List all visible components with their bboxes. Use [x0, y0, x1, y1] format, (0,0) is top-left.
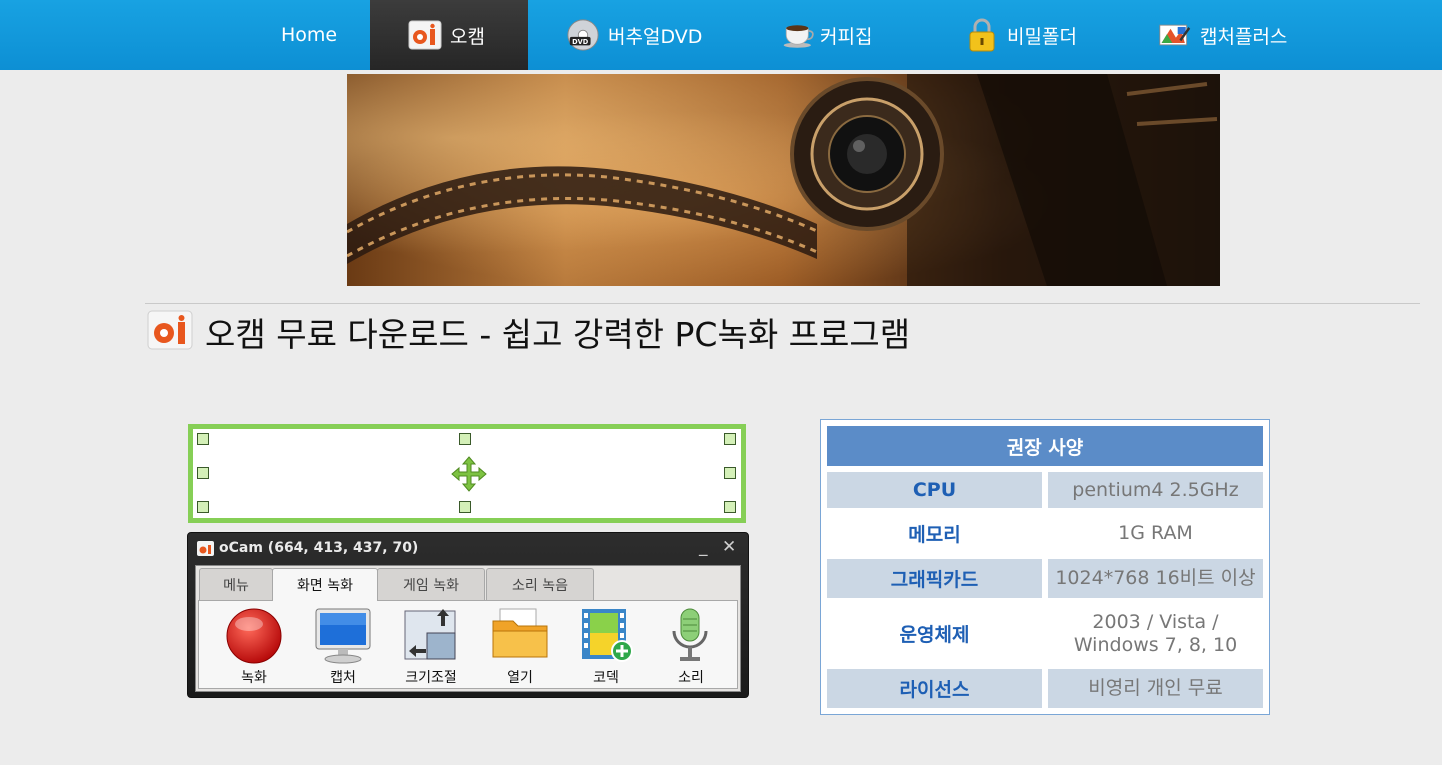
spec-key-memory: 메모리 [827, 514, 1042, 553]
tool-label: 크기조절 [405, 670, 457, 686]
record-button[interactable]: 녹화 [214, 607, 294, 687]
spec-value-cpu: pentium4 2.5GHz [1048, 472, 1263, 508]
nav-item-home[interactable]: Home [281, 0, 337, 70]
ocam-window-title: oCam (664, 413, 437, 70) [219, 540, 419, 556]
svg-text:DVD: DVD [572, 38, 589, 46]
spec-key-os: 운영체제 [827, 604, 1042, 663]
resize-handle-top-left[interactable] [197, 433, 209, 445]
spec-table-header: 권장 사양 [827, 426, 1263, 466]
spec-value-os: 2003 / Vista / Windows 7, 8, 10 [1048, 604, 1263, 663]
resize-handle-top[interactable] [459, 433, 471, 445]
nav-item-label: 커피집 [820, 25, 873, 48]
resize-handle-right[interactable] [724, 467, 736, 479]
ocam-window: oCam (664, 413, 437, 70) _ ✕ 메뉴 화면 녹화 게임… [187, 532, 749, 698]
tool-label: 코덱 [593, 670, 619, 686]
record-icon [224, 607, 284, 665]
capture-button[interactable]: 캡처 [303, 607, 383, 687]
resize-handle-left[interactable] [197, 467, 209, 479]
resize-handle-bottom[interactable] [459, 501, 471, 513]
ocam-logo-icon [147, 310, 193, 354]
resize-icon [401, 607, 461, 665]
hero-banner-camera-image [347, 74, 1220, 286]
tool-label: 열기 [507, 670, 533, 686]
tab-sound-record[interactable]: 소리 녹음 [486, 568, 594, 600]
spec-key-graphics: 그래픽카드 [827, 559, 1042, 598]
ocam-small-icon [197, 541, 214, 560]
tab-menu[interactable]: 메뉴 [199, 568, 273, 600]
tab-game-record[interactable]: 게임 녹화 [377, 568, 485, 600]
recommended-spec-table: 권장 사양 CPU pentium4 2.5GHz 메모리 1G RAM 그래픽… [820, 419, 1270, 715]
nav-item-secret-folder[interactable]: 비밀폴더 [965, 0, 1077, 70]
ocam-icon [408, 18, 442, 52]
nav-item-label: 캡처플러스 [1200, 25, 1288, 48]
tool-label: 캡처 [330, 670, 356, 686]
spec-key-license: 라이선스 [827, 669, 1042, 708]
spec-key-cpu: CPU [827, 472, 1042, 508]
tool-label: 소리 [678, 670, 704, 686]
codec-button[interactable]: 코덱 [566, 607, 646, 687]
monitor-icon [313, 607, 373, 665]
spec-value-graphics: 1024*768 16비트 이상 [1048, 559, 1263, 598]
minimize-button[interactable]: _ [699, 537, 708, 557]
nav-item-label: 비밀폴더 [1007, 25, 1077, 48]
section-divider [145, 303, 1420, 304]
microphone-icon [661, 607, 721, 665]
nav-item-label: 버추얼DVD [608, 25, 703, 48]
sound-button[interactable]: 소리 [651, 607, 731, 687]
tools-panel: 녹화 캡처 크기조절 열기 코덱 소리 [198, 600, 738, 689]
nav-item-virtual-dvd[interactable]: DVD 버추얼DVD [566, 0, 702, 70]
nav-item-capture-plus[interactable]: 캡처플러스 [1158, 0, 1287, 70]
resize-handle-bottom-left[interactable] [197, 501, 209, 513]
tab-screen-record[interactable]: 화면 녹화 [272, 568, 378, 601]
open-button[interactable]: 열기 [480, 607, 560, 687]
spec-value-license: 비영리 개인 무료 [1048, 669, 1263, 708]
nav-item-label: Home [281, 24, 338, 46]
nav-item-label: 오캠 [450, 25, 485, 48]
folder-icon [490, 607, 550, 665]
recording-area-frame[interactable] [188, 424, 746, 523]
page-title: 오캠 무료 다운로드 - 쉽고 강력한 PC녹화 프로그램 [205, 315, 911, 354]
dvd-icon: DVD [566, 18, 600, 52]
resize-button[interactable]: 크기조절 [391, 607, 471, 687]
nav-item-ocam[interactable]: 오캠 [370, 0, 528, 70]
resize-handle-bottom-right[interactable] [724, 501, 736, 513]
resize-handle-top-right[interactable] [724, 433, 736, 445]
top-nav: Home 오캠 DVD 버추얼DVD 커피집 비밀폴더 캡처플러스 [0, 0, 1442, 70]
lock-icon [965, 18, 999, 52]
tool-label: 녹화 [241, 670, 267, 686]
coffee-cup-icon [782, 18, 816, 52]
codec-film-icon [576, 607, 636, 665]
nav-item-coffee[interactable]: 커피집 [782, 0, 872, 70]
move-arrows-icon[interactable] [451, 456, 487, 496]
close-button[interactable]: ✕ [722, 537, 736, 557]
page-title-row: 오캠 무료 다운로드 - 쉽고 강력한 PC녹화 프로그램 [147, 310, 910, 354]
ocam-body: 메뉴 화면 녹화 게임 녹화 소리 녹음 녹화 캡처 크기조절 열기 코덱 소리 [195, 565, 741, 692]
spec-value-memory: 1G RAM [1048, 514, 1263, 553]
capture-plus-icon [1158, 18, 1192, 52]
